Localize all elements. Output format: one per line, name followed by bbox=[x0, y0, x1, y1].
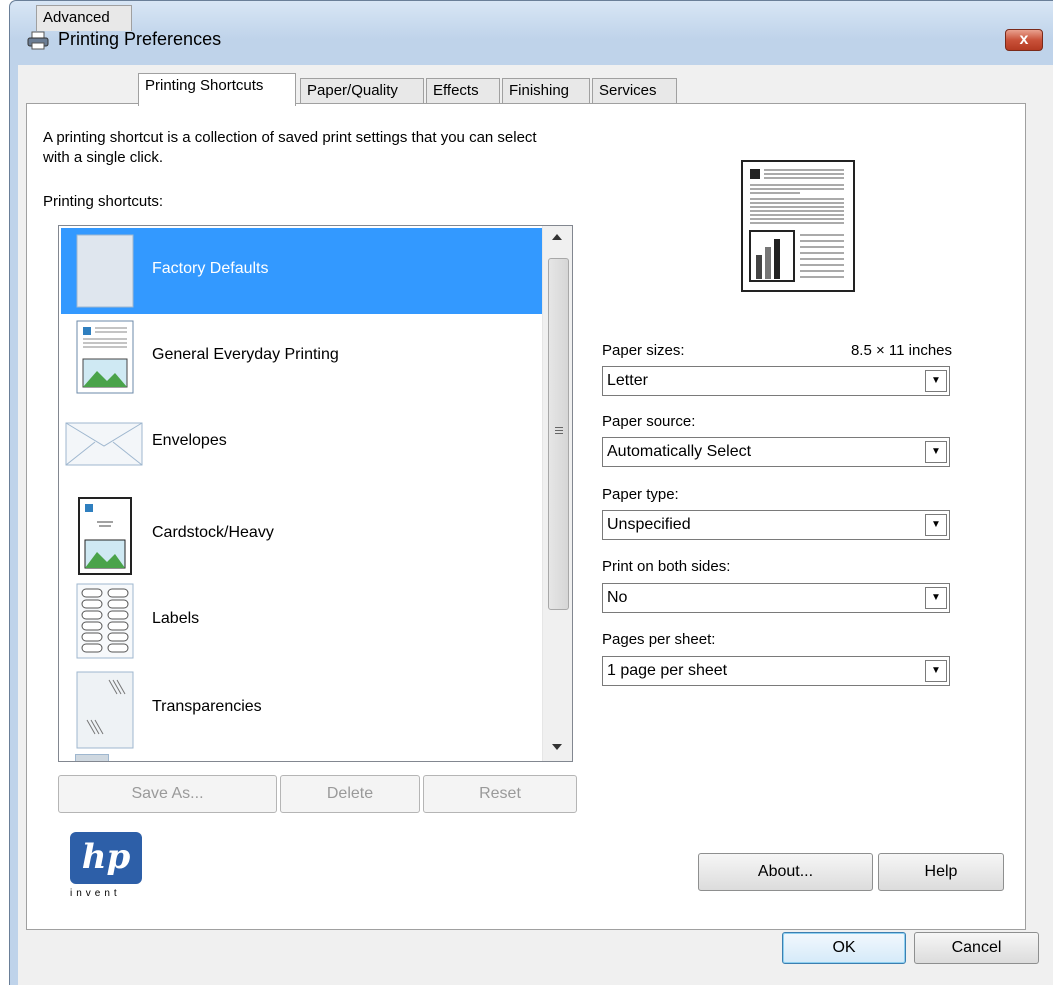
tab-advanced[interactable]: Advanced bbox=[36, 5, 132, 31]
list-item-label: Cardstock/Heavy bbox=[152, 524, 274, 541]
shortcuts-label: Printing shortcuts: bbox=[43, 193, 164, 210]
intro-line-2: with a single click. bbox=[43, 149, 164, 166]
chevron-down-icon[interactable]: ▼ bbox=[925, 514, 947, 536]
reset-button[interactable]: Reset bbox=[423, 775, 577, 813]
document-with-picture-icon bbox=[76, 320, 134, 394]
intro-text: A printing shortcut is a collection of s… bbox=[43, 128, 537, 168]
help-button[interactable]: Help bbox=[878, 853, 1004, 891]
list-item-label: Factory Defaults bbox=[152, 260, 269, 277]
delete-button[interactable]: Delete bbox=[280, 775, 420, 813]
scroll-down-icon[interactable] bbox=[552, 744, 562, 750]
envelope-icon bbox=[65, 422, 143, 466]
grip-line bbox=[555, 427, 563, 428]
hp-logo-badge: hp bbox=[70, 832, 142, 884]
paper-source-label: Paper source: bbox=[602, 413, 696, 430]
transparency-icon bbox=[76, 671, 134, 749]
duplex-value: No bbox=[607, 589, 628, 606]
tab-paper-quality[interactable]: Paper/Quality bbox=[300, 78, 424, 104]
tab-services[interactable]: Services bbox=[592, 78, 677, 104]
list-item-label: Envelopes bbox=[152, 432, 227, 449]
paper-type-value: Unspecified bbox=[607, 516, 691, 533]
paper-size-value: Letter bbox=[607, 372, 648, 389]
pages-per-sheet-value: 1 page per sheet bbox=[607, 662, 728, 679]
duplex-select[interactable]: No ▼ bbox=[602, 583, 950, 613]
save-as-button[interactable]: Save As... bbox=[58, 775, 277, 813]
window-title: Printing Preferences bbox=[58, 29, 222, 49]
list-item-label: Labels bbox=[152, 610, 200, 627]
hp-logo: hp invent bbox=[70, 832, 142, 900]
list-item-transparencies[interactable]: Transparencies bbox=[61, 666, 543, 752]
paper-size-select[interactable]: Letter ▼ bbox=[602, 366, 950, 396]
printer-icon bbox=[27, 31, 49, 50]
paper-type-label: Paper type: bbox=[602, 486, 679, 503]
shortcuts-listbox[interactable]: Factory Defaults General Everyday Printi… bbox=[58, 225, 573, 762]
grip-line bbox=[555, 433, 563, 434]
list-item-envelopes[interactable]: Envelopes bbox=[61, 400, 543, 486]
list-item-general-everyday[interactable]: General Everyday Printing bbox=[61, 314, 543, 400]
vertical-scrollbar[interactable] bbox=[542, 226, 572, 761]
hp-tagline: invent bbox=[70, 888, 121, 899]
list-item-label: General Everyday Printing bbox=[152, 346, 339, 363]
paper-type-select[interactable]: Unspecified ▼ bbox=[602, 510, 950, 540]
list-item-factory-defaults[interactable]: Factory Defaults bbox=[61, 228, 543, 314]
page-preview-icon bbox=[741, 160, 855, 292]
scroll-thumb[interactable] bbox=[548, 258, 569, 610]
about-button[interactable]: About... bbox=[698, 853, 873, 891]
paper-source-value: Automatically Select bbox=[607, 443, 752, 460]
chevron-down-icon[interactable]: ▼ bbox=[925, 587, 947, 609]
partial-list-item bbox=[75, 754, 109, 761]
blank-page-icon bbox=[76, 234, 134, 308]
paper-sizes-label: Paper sizes: bbox=[602, 342, 685, 359]
cancel-button[interactable]: Cancel bbox=[914, 932, 1039, 964]
tab-printing-shortcuts[interactable]: Printing Shortcuts bbox=[138, 73, 296, 106]
scroll-up-icon[interactable] bbox=[552, 234, 562, 240]
chevron-down-icon[interactable]: ▼ bbox=[925, 370, 947, 392]
title-bar[interactable]: Printing Preferences x bbox=[10, 1, 1053, 65]
chevron-down-icon[interactable]: ▼ bbox=[925, 441, 947, 463]
list-item-label: Transparencies bbox=[152, 698, 262, 715]
ok-button[interactable]: OK bbox=[782, 932, 906, 964]
duplex-label: Print on both sides: bbox=[602, 558, 731, 575]
tab-finishing[interactable]: Finishing bbox=[502, 78, 590, 104]
pages-per-sheet-label: Pages per sheet: bbox=[602, 631, 716, 648]
list-item-cardstock[interactable]: Cardstock/Heavy bbox=[61, 492, 543, 578]
intro-line-1: A printing shortcut is a collection of s… bbox=[43, 129, 537, 146]
list-item-labels[interactable]: Labels bbox=[61, 578, 543, 664]
grip-line bbox=[555, 430, 563, 431]
close-button[interactable]: x bbox=[1005, 29, 1043, 51]
cardstock-icon bbox=[78, 497, 132, 575]
tab-effects[interactable]: Effects bbox=[426, 78, 500, 104]
pages-per-sheet-select[interactable]: 1 page per sheet ▼ bbox=[602, 656, 950, 686]
paper-source-select[interactable]: Automatically Select ▼ bbox=[602, 437, 950, 467]
chevron-down-icon[interactable]: ▼ bbox=[925, 660, 947, 682]
paper-dimension-text: 8.5 × 11 inches bbox=[850, 342, 952, 359]
labels-sheet-icon bbox=[76, 583, 134, 659]
